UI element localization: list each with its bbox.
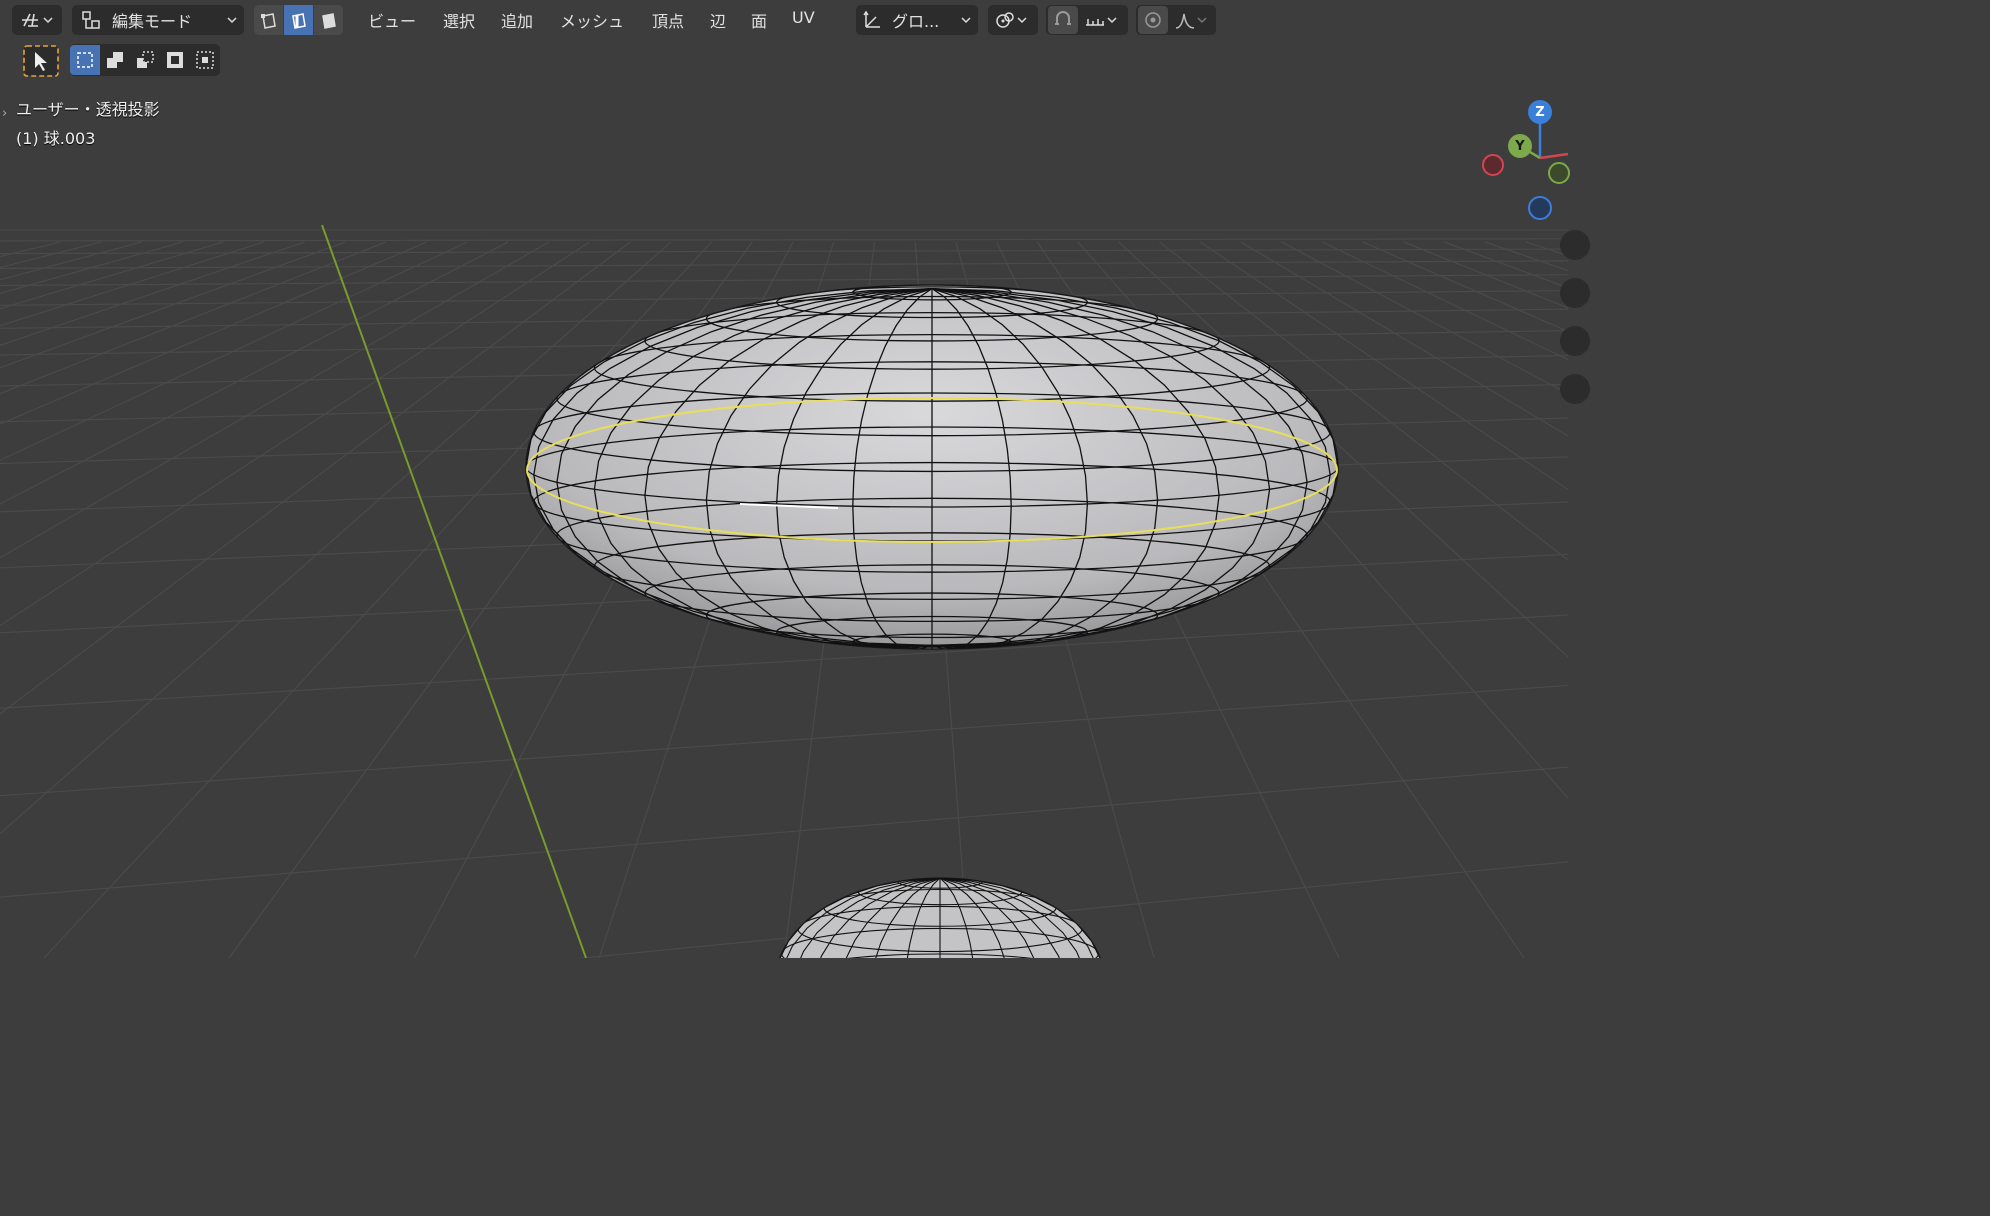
select-cursor-icon (23, 45, 59, 77)
snap-toggle-icon[interactable] (1048, 6, 1078, 34)
selection-mode-group (70, 44, 220, 76)
sidebar-toggle-chevron-icon[interactable]: › (2, 106, 7, 121)
pan-view-button[interactable] (1560, 278, 1590, 308)
select-new-icon[interactable] (70, 45, 100, 75)
vertex-select-icon (259, 10, 279, 30)
transform-orientation-label: グロ... (892, 12, 940, 31)
chevron-down-icon (960, 15, 972, 25)
gizmo-negative-z-axis[interactable] (1528, 196, 1552, 220)
mode-label: 編集モード (112, 12, 193, 31)
chevron-down-icon (1196, 15, 1208, 25)
camera-view-button[interactable] (1560, 326, 1590, 356)
face-select-mode-button[interactable] (314, 5, 343, 35)
gizmo-y-axis[interactable]: Y (1508, 134, 1532, 158)
select-intersect-icon[interactable] (190, 45, 220, 75)
pivot-point-icon (994, 9, 1016, 31)
select-invert-icon[interactable] (160, 45, 190, 75)
menu-uv[interactable]: UV (792, 8, 815, 27)
edit-mode-icon (80, 9, 102, 31)
editor-type-icon (20, 10, 42, 30)
select-extend-icon[interactable] (100, 45, 130, 75)
active-tool-button[interactable] (22, 44, 60, 77)
menu-mesh[interactable]: メッシュ (560, 8, 624, 32)
chevron-down-icon (1106, 15, 1118, 25)
proportional-editing-icon[interactable] (1138, 6, 1168, 34)
menu-add[interactable]: 追加 (501, 8, 533, 32)
orientation-icon (862, 9, 884, 31)
editor-type-button[interactable] (12, 5, 62, 35)
menu-edge[interactable]: 辺 (710, 8, 726, 32)
chevron-down-icon (226, 15, 238, 25)
edge-select-icon (289, 10, 309, 30)
mode-selector[interactable]: 編集モード (72, 5, 244, 35)
sphere-mesh[interactable] (525, 284, 1339, 650)
zoom-view-button[interactable] (1560, 230, 1590, 260)
gizmo-z-axis[interactable]: Z (1528, 100, 1552, 124)
3d-viewport[interactable] (0, 0, 1568, 958)
select-subtract-icon[interactable] (130, 45, 160, 75)
navigation-gizmo[interactable]: Z Y (1476, 96, 1570, 226)
falloff-curve-icon (1174, 10, 1196, 30)
view-projection-label: ユーザー・透視投影 (16, 100, 160, 119)
menu-vertex[interactable]: 頂点 (652, 8, 684, 32)
viewport-header: 編集モード ビュー 選択 追加 メッシュ 頂点 辺 面 UV グロ... (0, 0, 1568, 38)
chevron-down-icon (1016, 15, 1028, 25)
menu-view[interactable]: ビュー (368, 8, 416, 32)
edge-select-mode-button[interactable] (284, 5, 313, 35)
proportional-editing-controls[interactable] (1136, 5, 1216, 35)
transform-orientation-selector[interactable]: グロ... (856, 5, 978, 35)
menu-select[interactable]: 選択 (443, 8, 475, 32)
menu-face[interactable]: 面 (751, 8, 767, 32)
chevron-down-icon (42, 15, 54, 25)
gizmo-negative-y-axis[interactable] (1548, 162, 1570, 184)
face-select-icon (319, 10, 339, 30)
snap-increment-icon (1084, 11, 1106, 29)
vertex-select-mode-button[interactable] (254, 5, 283, 35)
perspective-toggle-button[interactable] (1560, 374, 1590, 404)
active-object-label: (1) 球.003 (16, 129, 96, 148)
pivot-point-selector[interactable] (988, 5, 1038, 35)
gizmo-negative-x-axis[interactable] (1482, 154, 1504, 176)
snap-controls[interactable] (1046, 5, 1128, 35)
